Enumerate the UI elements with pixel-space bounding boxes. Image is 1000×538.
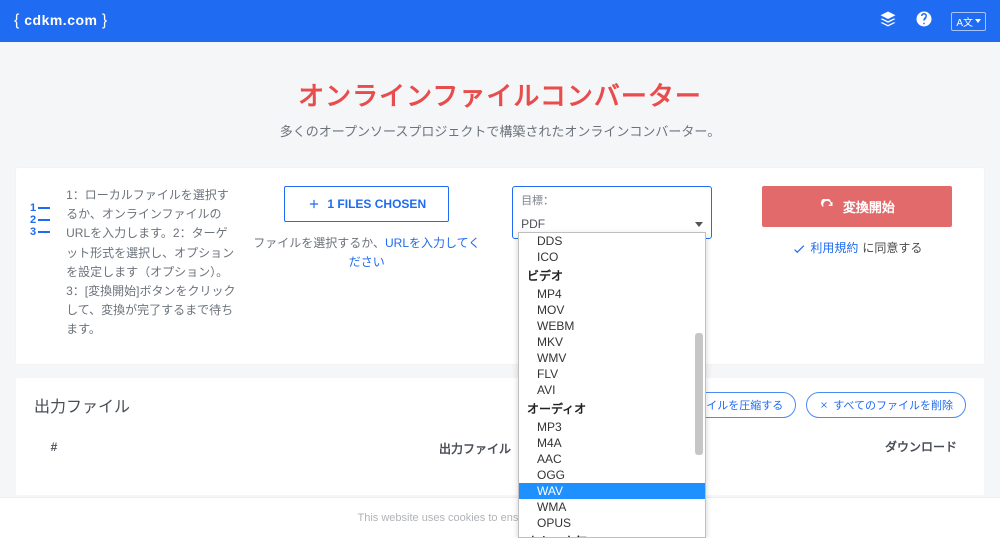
delete-all-button[interactable]: すべてのファイルを削除 <box>806 392 966 418</box>
chevron-down-icon <box>975 19 981 23</box>
help-icon[interactable] <box>915 10 933 33</box>
dropdown-option[interactable]: ICO <box>519 249 705 265</box>
dropdown-option[interactable]: FLV <box>519 366 705 382</box>
cookie-notice: This website uses cookies to ensure you … <box>0 497 1000 538</box>
dropdown-option[interactable]: WAV <box>519 483 705 499</box>
main-panel: 1 2 3 1：ローカルファイルを選択するか、オンラインファイルのURLを入力し… <box>16 168 984 364</box>
dropdown-option[interactable]: AVI <box>519 382 705 398</box>
dropdown-option[interactable]: WMV <box>519 350 705 366</box>
dropdown-option[interactable]: DDS <box>519 233 705 249</box>
dropdown-group: ビデオ <box>519 265 705 286</box>
target-value: PDF <box>521 215 545 234</box>
dropdown-group: オーディオ <box>519 398 705 419</box>
close-icon <box>819 400 829 410</box>
dropdown-option[interactable]: OPUS <box>519 515 705 531</box>
files-chosen-button[interactable]: 1 FILES CHOSEN <box>284 186 449 222</box>
dropdown-option[interactable]: MP4 <box>519 286 705 302</box>
tos-link[interactable]: 利用規約 <box>810 239 858 258</box>
tos-row: 利用規約 に同意する <box>743 239 972 258</box>
target-label: 目標： <box>521 193 703 211</box>
output-title: 出力ファイル <box>34 393 130 417</box>
chevron-down-icon <box>695 222 703 227</box>
check-icon <box>792 242 806 256</box>
upload-hint: ファイルを選択するか、URLを入力してください <box>252 234 481 272</box>
page-title: オンラインファイルコンバーター <box>0 76 1000 113</box>
plus-icon <box>307 197 321 211</box>
dropdown-option[interactable]: WMA <box>519 499 705 515</box>
output-table-header: # 出力ファイル ダウンロード <box>34 440 966 457</box>
dropdown-option[interactable]: WEBM <box>519 318 705 334</box>
layers-icon[interactable] <box>879 10 897 33</box>
dropdown-option[interactable]: MOV <box>519 302 705 318</box>
page-subtitle: 多くのオープンソースプロジェクトで構築されたオンラインコンバーター。 <box>0 121 1000 140</box>
brand-logo[interactable]: { cdkm.com } <box>14 12 108 30</box>
format-dropdown[interactable]: DDSICOビデオMP4MOVWEBMMKVWMVFLVAVIオーディオMP3M… <box>518 232 706 538</box>
target-select-box[interactable]: 目標： PDF <box>512 186 712 239</box>
dropdown-option[interactable]: MP3 <box>519 419 705 435</box>
dropdown-option[interactable]: MKV <box>519 334 705 350</box>
dropdown-option[interactable]: AAC <box>519 451 705 467</box>
output-panel: 出力ファイル すべてのファイルを圧縮する すべてのファイルを削除 # 出力ファイ… <box>16 378 984 495</box>
dropdown-group: 少ない人気 <box>519 531 705 538</box>
dropdown-option[interactable]: OGG <box>519 467 705 483</box>
dropdown-option[interactable]: M4A <box>519 435 705 451</box>
instructions-text: 1：ローカルファイルを選択するか、オンラインファイルのURLを入力します。2：タ… <box>66 186 236 340</box>
language-button[interactable]: A文 <box>951 12 986 31</box>
scrollbar-thumb[interactable] <box>695 333 703 455</box>
refresh-icon <box>820 199 835 214</box>
steps-number-icon: 1 2 3 <box>30 202 50 238</box>
convert-start-button[interactable]: 変換開始 <box>762 186 952 227</box>
